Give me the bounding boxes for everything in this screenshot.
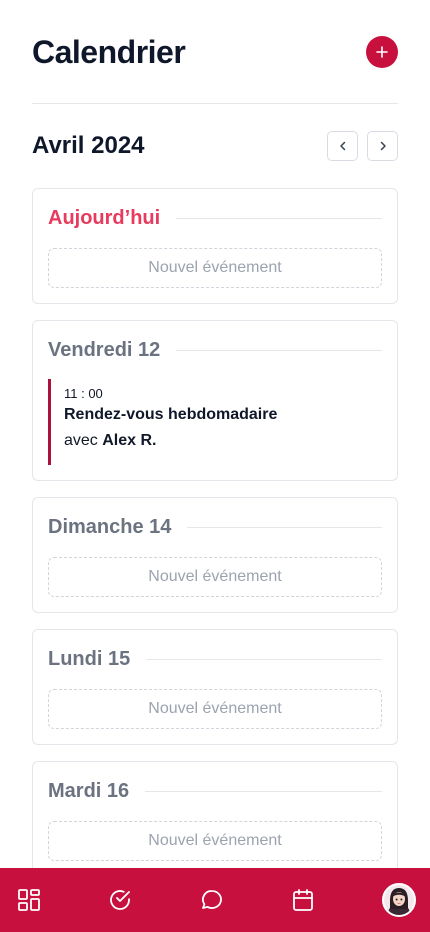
dashboard-icon (18, 889, 40, 911)
new-event-button[interactable]: Nouvel événement (48, 557, 382, 597)
new-event-button[interactable]: Nouvel événement (48, 689, 382, 729)
day-title: Dimanche 14 (48, 515, 172, 538)
previous-month-button[interactable] (327, 131, 358, 161)
day-title: Vendredi 12 (48, 338, 161, 361)
calendar-icon (292, 889, 313, 911)
day-title: Mardi 16 (48, 779, 130, 802)
add-event-button[interactable] (366, 36, 398, 68)
month-title: Avril 2024 (32, 132, 145, 159)
day-header: Dimanche 14 (48, 515, 382, 539)
nav-messages[interactable] (200, 888, 224, 912)
page-header: Calendrier (32, 33, 398, 70)
new-event-button[interactable]: Nouvel événement (48, 821, 382, 861)
chat-bubble-icon (201, 890, 222, 909)
day-header: Aujourd’hui (48, 206, 382, 230)
day-divider (176, 217, 382, 219)
chevron-right-icon (380, 141, 386, 151)
day-card-today: Aujourd’hui Nouvel événement (32, 188, 398, 304)
day-divider (146, 658, 382, 660)
day-header: Mardi 16 (48, 779, 382, 803)
nav-dashboard[interactable] (17, 888, 41, 912)
day-header: Vendredi 12 (48, 338, 382, 362)
event-item[interactable]: 11 : 00 Rendez-vous hebdomadaire avec Al… (48, 379, 382, 465)
next-month-button[interactable] (367, 131, 398, 161)
month-row: Avril 2024 (32, 131, 398, 161)
day-title: Aujourd’hui (48, 206, 161, 229)
month-navigation (327, 131, 398, 161)
event-title: Rendez-vous hebdomadaire (64, 406, 278, 423)
chevron-left-icon (339, 141, 345, 151)
event-attendee-prefix: avec (64, 432, 98, 449)
event-time: 11 : 00 (64, 386, 103, 401)
day-divider (187, 526, 382, 528)
event-attendee-name: Alex R. (102, 432, 157, 449)
nav-calendar[interactable] (291, 888, 315, 912)
new-event-button[interactable]: Nouvel événement (48, 248, 382, 288)
plus-icon (376, 46, 388, 58)
day-card-lundi-15: Lundi 15 Nouvel événement (32, 629, 398, 745)
check-circle-icon (110, 890, 131, 910)
day-divider (145, 790, 382, 792)
nav-tasks[interactable] (108, 888, 132, 912)
day-card-dimanche-14: Dimanche 14 Nouvel événement (32, 497, 398, 613)
avatar-image (384, 885, 414, 915)
day-header: Lundi 15 (48, 647, 382, 671)
day-divider (176, 349, 382, 351)
bottom-navigation (0, 868, 430, 932)
avatar[interactable] (382, 883, 416, 917)
page-title: Calendrier (32, 33, 186, 70)
header-divider (32, 103, 398, 104)
day-card-vendredi-12: Vendredi 12 11 : 00 Rendez-vous hebdomad… (32, 320, 398, 481)
day-title: Lundi 15 (48, 647, 131, 670)
event-attendee: avec Alex R. (64, 432, 382, 450)
day-card-mardi-16: Mardi 16 Nouvel événement (32, 761, 398, 877)
